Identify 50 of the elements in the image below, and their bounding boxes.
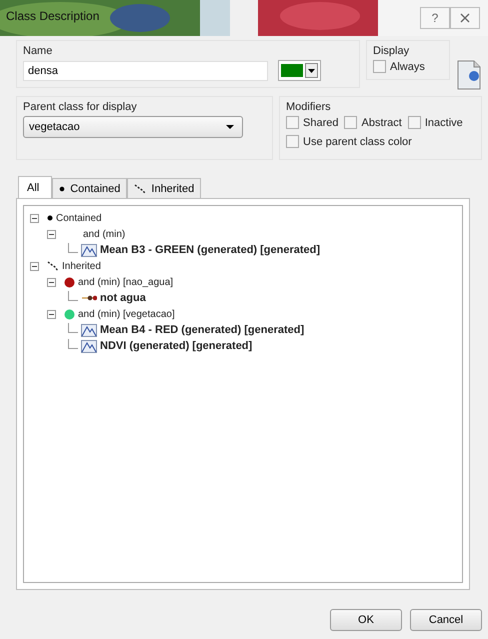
modifier-checkbox[interactable] xyxy=(286,135,299,148)
ok-button[interactable]: OK xyxy=(330,609,402,631)
window-title: Class Description xyxy=(6,9,100,23)
tree-item[interactable]: Mean B3 - GREEN (generated) [generated] xyxy=(100,244,320,256)
tree-item[interactable]: not agua xyxy=(100,292,146,304)
always-checkbox[interactable] xyxy=(373,60,386,73)
modifier-checkbox[interactable] xyxy=(286,116,299,129)
tree-item[interactable]: Contained xyxy=(56,212,102,224)
dot-icon xyxy=(47,215,53,221)
close-icon xyxy=(460,13,470,23)
modifier-label: Use parent class color xyxy=(303,136,412,148)
tree-line xyxy=(68,323,78,333)
modifier-label: Abstract xyxy=(361,116,402,128)
modifier-checkbox[interactable] xyxy=(344,116,358,129)
modifiers-label: Modifiers xyxy=(286,101,332,113)
tree-item[interactable]: Mean B4 - RED (generated) [generated] xyxy=(100,324,304,336)
curve-icon xyxy=(81,324,97,336)
tree-item[interactable]: Inherited xyxy=(62,260,101,272)
tab[interactable]: Contained xyxy=(52,178,128,198)
modifier-checkbox[interactable] xyxy=(408,116,421,129)
tree-line xyxy=(68,339,78,349)
color-picker[interactable] xyxy=(278,60,321,81)
tree-item[interactable]: and (min) [vegetacao] xyxy=(78,308,175,320)
name-field[interactable]: densa xyxy=(23,60,268,80)
close-button[interactable] xyxy=(450,7,480,29)
dot-icon xyxy=(59,186,66,192)
link-icon xyxy=(81,295,97,301)
always-label: Always xyxy=(390,60,425,72)
document-icon[interactable] xyxy=(456,60,482,90)
tree-line xyxy=(68,291,78,301)
modifier-label: Shared xyxy=(303,116,338,128)
curve-icon xyxy=(81,340,97,352)
help-button[interactable]: ? xyxy=(420,7,450,29)
display-label: Display xyxy=(373,45,410,57)
cancel-button[interactable]: Cancel xyxy=(410,609,482,631)
tab[interactable]: All xyxy=(18,176,52,198)
tree-line xyxy=(68,243,78,253)
parent-class-label: Parent class for display xyxy=(23,101,138,113)
dotted-line-icon xyxy=(47,260,59,272)
tree-item[interactable]: NDVI (generated) [generated] xyxy=(100,340,252,352)
caret-icon xyxy=(226,125,234,129)
dotted-line-icon xyxy=(134,184,146,194)
caret-icon xyxy=(308,68,315,72)
parent-class-dropdown[interactable]: vegetacao xyxy=(23,116,243,138)
tab[interactable]: Inherited xyxy=(127,178,202,198)
curve-icon xyxy=(81,244,97,256)
tree-item[interactable]: and (min) [nao_agua] xyxy=(78,276,174,288)
tree-item[interactable]: and (min) xyxy=(83,228,126,240)
modifier-label: Inactive xyxy=(424,116,463,128)
name-label: Name xyxy=(23,45,54,57)
